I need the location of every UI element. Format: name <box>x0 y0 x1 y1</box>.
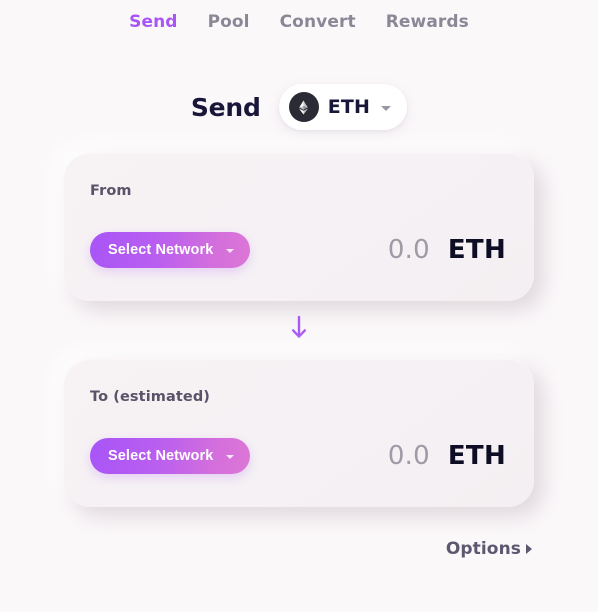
page-title: Send <box>190 92 261 122</box>
from-card: From Select Network 0.0 ETH <box>64 153 534 301</box>
token-symbol: ETH <box>327 96 371 118</box>
chevron-down-icon <box>381 106 392 111</box>
tab-send[interactable]: Send <box>129 11 177 33</box>
from-select-network-button[interactable]: Select Network <box>90 232 251 268</box>
from-amount-unit: ETH <box>447 235 506 265</box>
chevron-down-icon <box>226 455 235 459</box>
tab-convert[interactable]: Convert <box>280 11 356 33</box>
from-amount-input[interactable]: 0.0 <box>388 235 430 265</box>
from-label: From <box>90 183 132 199</box>
from-amount-group: 0.0 ETH <box>388 235 508 265</box>
send-header: Send ETH <box>0 79 598 135</box>
from-select-network-label: Select Network <box>108 242 214 258</box>
caret-right-icon <box>526 544 532 554</box>
to-amount-unit: ETH <box>447 441 506 471</box>
to-select-network-label: Select Network <box>108 448 214 464</box>
ethereum-icon <box>288 92 319 122</box>
to-card-body: Select Network 0.0 ETH <box>90 438 508 474</box>
options-label: Options <box>445 539 521 559</box>
main-navigation: Send Pool Convert Rewards <box>0 0 598 37</box>
options-toggle[interactable]: Options <box>446 539 532 559</box>
from-card-body: Select Network 0.0 ETH <box>90 232 508 268</box>
options-row: Options <box>0 539 598 559</box>
arrow-down-icon[interactable] <box>289 315 309 345</box>
to-label: To (estimated) <box>90 389 211 405</box>
to-card: To (estimated) Select Network 0.0 ETH <box>64 359 534 507</box>
to-amount-group: 0.0 ETH <box>388 441 508 471</box>
tab-pool[interactable]: Pool <box>208 11 250 33</box>
to-select-network-button[interactable]: Select Network <box>90 438 251 474</box>
chevron-down-icon <box>226 249 235 253</box>
token-selector[interactable]: ETH <box>278 84 408 130</box>
to-amount-input[interactable]: 0.0 <box>388 441 430 471</box>
tab-rewards[interactable]: Rewards <box>386 11 469 33</box>
direction-arrow-container <box>0 301 598 359</box>
